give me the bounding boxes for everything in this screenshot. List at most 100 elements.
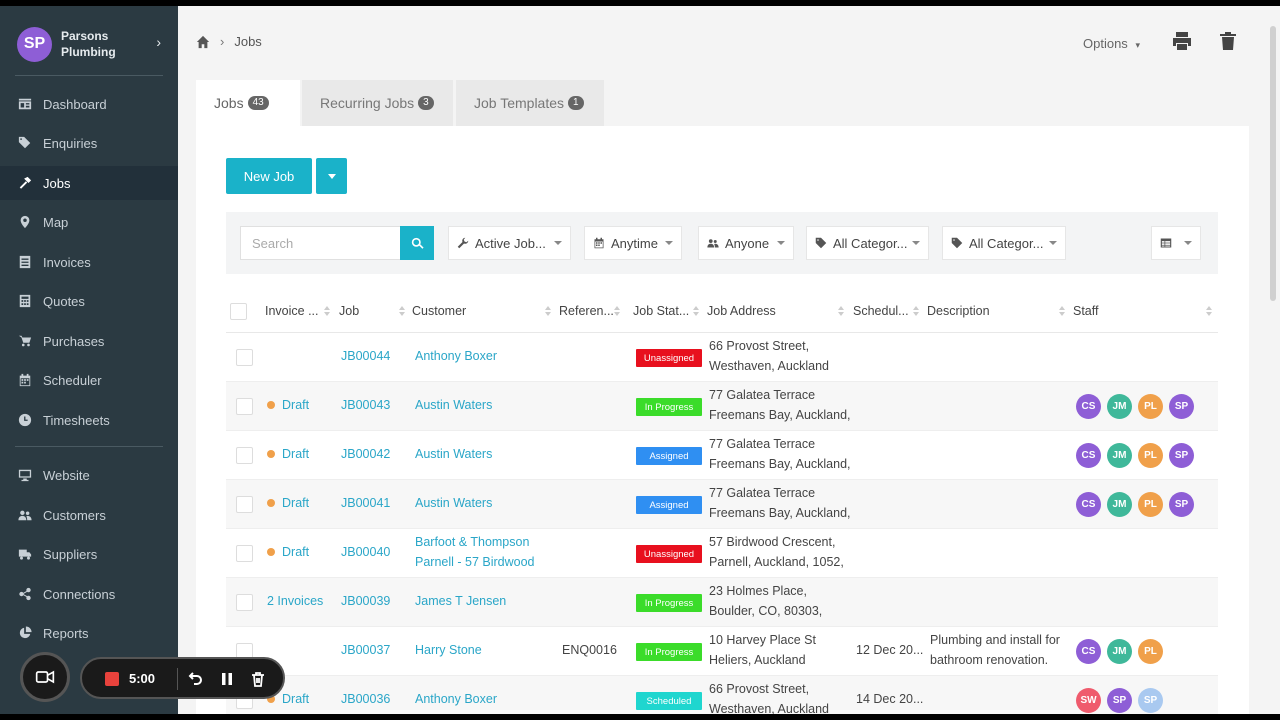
new-job-button[interactable]: New Job bbox=[226, 158, 312, 194]
home-icon[interactable] bbox=[196, 35, 210, 49]
customer-link[interactable]: James T Jensen bbox=[415, 592, 506, 612]
sort-icon[interactable] bbox=[1206, 306, 1212, 316]
stop-recording-button[interactable] bbox=[105, 672, 119, 686]
trash-icon[interactable] bbox=[1217, 30, 1239, 52]
sort-icon[interactable] bbox=[1059, 306, 1065, 316]
sidebar-item-quotes[interactable]: Quotes bbox=[0, 284, 178, 318]
staff-avatar[interactable]: PL bbox=[1138, 639, 1163, 664]
staff-avatar[interactable]: SP bbox=[1169, 492, 1194, 517]
sort-icon[interactable] bbox=[545, 306, 551, 316]
tab-recurring-jobs[interactable]: Recurring Jobs 3 bbox=[302, 80, 453, 126]
table-row[interactable]: JB00044 Anthony Boxer Unassigned 66 Provost… bbox=[226, 333, 1218, 382]
sidebar-item-dashboard[interactable]: Dashboard bbox=[0, 87, 178, 121]
invoice-status[interactable]: Draft bbox=[267, 494, 309, 514]
customer-link[interactable]: Anthony Boxer bbox=[415, 347, 497, 367]
sidebar-item-customers[interactable]: Customers bbox=[0, 498, 178, 532]
category-filter-2[interactable]: All Categor... bbox=[942, 226, 1066, 260]
job-number-link[interactable]: JB00036 bbox=[341, 690, 390, 710]
status-filter[interactable]: Active Job... bbox=[448, 226, 571, 260]
staff-avatar[interactable]: PL bbox=[1138, 394, 1163, 419]
job-number-link[interactable]: JB00044 bbox=[341, 347, 390, 367]
sidebar-item-map[interactable]: Map bbox=[0, 205, 178, 239]
customer-link[interactable]: Barfoot & Thompson bbox=[415, 533, 529, 553]
options-dropdown[interactable]: Options ▾ bbox=[1083, 36, 1140, 51]
column-header[interactable]: Staff bbox=[1073, 304, 1098, 318]
column-toggle[interactable] bbox=[1151, 226, 1201, 260]
search-button[interactable] bbox=[400, 226, 434, 260]
staff-avatar[interactable]: SP bbox=[1169, 394, 1194, 419]
job-number-link[interactable]: JB00039 bbox=[341, 592, 390, 612]
pause-button[interactable] bbox=[218, 670, 236, 688]
customer-link[interactable]: Austin Waters bbox=[415, 494, 492, 514]
staff-avatar[interactable]: SP bbox=[1107, 688, 1132, 713]
staff-avatar[interactable]: JM bbox=[1107, 639, 1132, 664]
staff-avatar[interactable]: SP bbox=[1138, 688, 1163, 713]
staff-avatar[interactable]: CS bbox=[1076, 443, 1101, 468]
delete-recording-button[interactable] bbox=[249, 670, 267, 688]
staff-avatar[interactable]: JM bbox=[1107, 492, 1132, 517]
staff-avatar[interactable]: CS bbox=[1076, 639, 1101, 664]
staff-avatar[interactable]: SW bbox=[1076, 688, 1101, 713]
sidebar-item-timesheets[interactable]: Timesheets bbox=[0, 403, 178, 437]
table-row[interactable]: 2 Invoices JB00039 James T Jensen In Progre… bbox=[226, 578, 1218, 627]
column-header[interactable]: Description bbox=[927, 304, 990, 318]
table-row[interactable]: Draft JB00042 Austin Waters Assigned 77 Gala… bbox=[226, 431, 1218, 480]
staff-avatar[interactable]: CS bbox=[1076, 394, 1101, 419]
staff-avatar[interactable]: JM bbox=[1107, 443, 1132, 468]
staff-avatar[interactable]: PL bbox=[1138, 492, 1163, 517]
sort-icon[interactable] bbox=[399, 306, 405, 316]
column-header[interactable]: Referen... bbox=[559, 304, 614, 318]
table-row[interactable]: Draft JB00041 Austin Waters Assigned 77 Gala… bbox=[226, 480, 1218, 529]
table-row[interactable]: Draft JB00040 Barfoot & Thompson Parnell - … bbox=[226, 529, 1218, 578]
table-row[interactable]: JB00037 Harry Stone ENQ0016 In Progress 10 H… bbox=[226, 627, 1218, 676]
sort-icon[interactable] bbox=[324, 306, 330, 316]
new-job-dropdown-button[interactable] bbox=[316, 158, 347, 194]
undo-button[interactable] bbox=[186, 670, 204, 688]
staff-avatar[interactable]: SP bbox=[1169, 443, 1194, 468]
column-header[interactable]: Job bbox=[339, 304, 359, 318]
tab-jobs[interactable]: Jobs 43 bbox=[196, 80, 300, 126]
invoice-status[interactable]: Draft bbox=[267, 445, 309, 465]
sidebar-item-scheduler[interactable]: Scheduler bbox=[0, 363, 178, 397]
row-checkbox[interactable] bbox=[236, 349, 253, 366]
tab-job-templates[interactable]: Job Templates 1 bbox=[456, 80, 604, 126]
sidebar-item-invoices[interactable]: Invoices bbox=[0, 245, 178, 279]
job-number-link[interactable]: JB00037 bbox=[341, 641, 390, 661]
row-checkbox[interactable] bbox=[236, 447, 253, 464]
camera-button[interactable] bbox=[20, 652, 70, 702]
sidebar-item-suppliers[interactable]: Suppliers bbox=[0, 537, 178, 571]
invoice-status[interactable]: Draft bbox=[267, 396, 309, 416]
customer-link[interactable]: Anthony Boxer bbox=[415, 690, 497, 710]
job-number-link[interactable]: JB00043 bbox=[341, 396, 390, 416]
row-checkbox[interactable] bbox=[236, 545, 253, 562]
row-checkbox[interactable] bbox=[236, 496, 253, 513]
sort-icon[interactable] bbox=[913, 306, 919, 316]
table-row[interactable]: Draft JB00036 Anthony Boxer Scheduled 66 Pro… bbox=[226, 676, 1218, 714]
invoice-status[interactable]: 2 Invoices bbox=[267, 592, 323, 612]
customer-link[interactable]: Harry Stone bbox=[415, 641, 482, 661]
job-number-link[interactable]: JB00040 bbox=[341, 543, 390, 563]
job-number-link[interactable]: JB00041 bbox=[341, 494, 390, 514]
row-checkbox[interactable] bbox=[236, 594, 253, 611]
customer-link[interactable]: Austin Waters bbox=[415, 445, 492, 465]
staff-filter[interactable]: Anyone bbox=[698, 226, 794, 260]
print-icon[interactable] bbox=[1171, 30, 1193, 52]
sidebar-item-jobs[interactable]: Jobs bbox=[0, 166, 178, 200]
staff-avatar[interactable]: JM bbox=[1107, 394, 1132, 419]
column-header[interactable]: Job Address bbox=[707, 304, 776, 318]
account-switcher[interactable]: SP Parsons Plumbing › bbox=[17, 24, 167, 64]
sidebar-item-enquiries[interactable]: Enquiries bbox=[0, 126, 178, 160]
customer-link-line2[interactable]: Parnell - 57 Birdwood bbox=[415, 553, 535, 573]
customer-link[interactable]: Austin Waters bbox=[415, 396, 492, 416]
table-row[interactable]: Draft JB00043 Austin Waters In Progress 77 G… bbox=[226, 382, 1218, 431]
search-input[interactable]: Search bbox=[240, 226, 401, 260]
job-number-link[interactable]: JB00042 bbox=[341, 445, 390, 465]
sidebar-item-connections[interactable]: Connections bbox=[0, 577, 178, 611]
invoice-status[interactable]: Draft bbox=[267, 543, 309, 563]
column-header[interactable]: Schedul... bbox=[853, 304, 909, 318]
sort-icon[interactable] bbox=[614, 306, 620, 316]
column-header[interactable]: Job Stat... bbox=[633, 304, 689, 318]
staff-avatar[interactable]: CS bbox=[1076, 492, 1101, 517]
sidebar-item-website[interactable]: Website bbox=[0, 458, 178, 492]
column-header[interactable]: Invoice ... bbox=[265, 304, 319, 318]
